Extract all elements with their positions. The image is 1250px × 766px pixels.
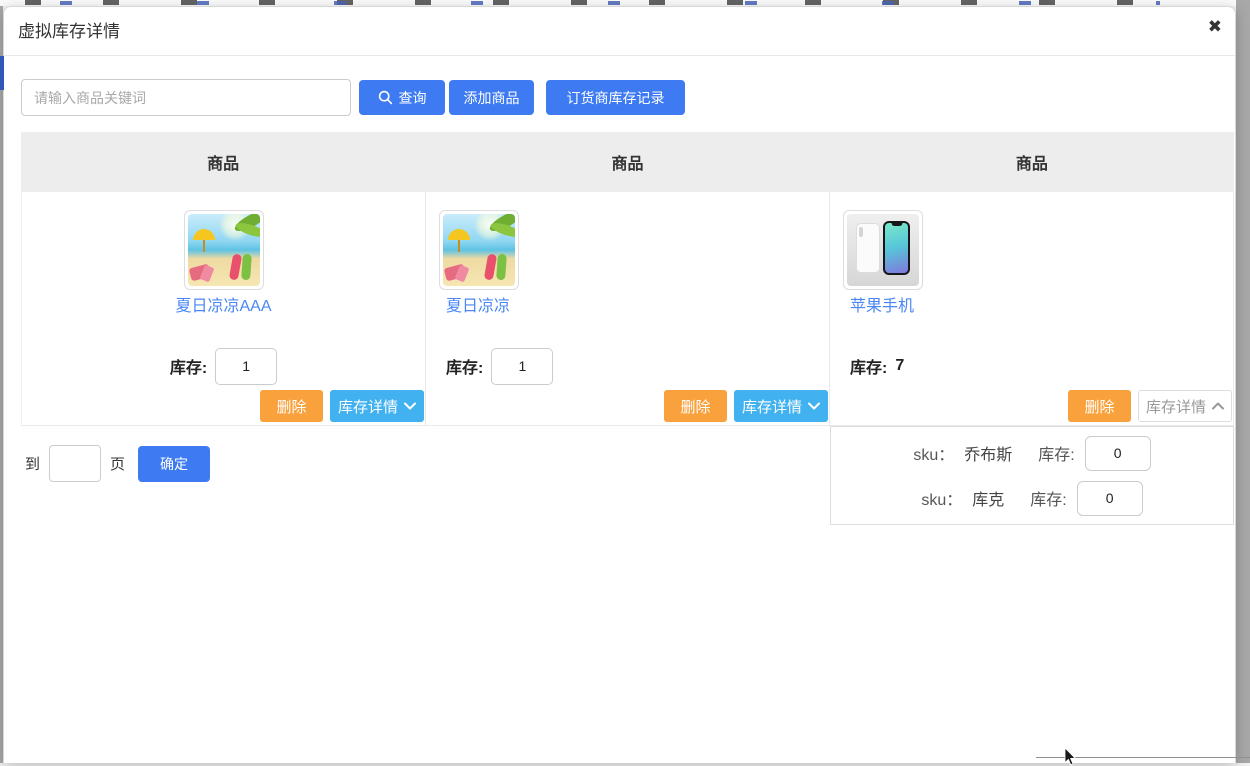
sku-name: 乔布斯 bbox=[964, 441, 1012, 465]
sku-name: 库克 bbox=[972, 486, 1004, 510]
goto-page-prefix: 到 bbox=[25, 453, 40, 474]
sku-stock-label: 库存: bbox=[1030, 486, 1066, 510]
modal-title: 虚拟库存详情 bbox=[18, 7, 120, 56]
sku-row: sku： 库克 库存: bbox=[921, 481, 1142, 516]
background-left-accent bbox=[0, 56, 4, 90]
delete-button[interactable]: 删除 bbox=[664, 390, 727, 422]
product-name-link[interactable]: 夏日凉凉AAA bbox=[22, 292, 425, 316]
background-text-fragments bbox=[60, 1, 1160, 5]
beach-product-thumbnail bbox=[188, 214, 260, 286]
confirm-button[interactable]: 确定 bbox=[138, 446, 210, 482]
table-row: 夏日凉凉AAA 库存: 删除 库存详情 bbox=[21, 192, 1234, 426]
delete-button[interactable]: 删除 bbox=[1068, 390, 1131, 422]
card-actions: 删除 库存详情 bbox=[260, 390, 424, 422]
sku-stock-input[interactable] bbox=[1085, 436, 1151, 471]
mouse-cursor bbox=[1064, 748, 1077, 766]
stock-row: 库存: bbox=[446, 347, 553, 385]
stock-row: 库存: 7 bbox=[850, 347, 904, 385]
page-number-input[interactable] bbox=[49, 445, 101, 482]
add-product-button[interactable]: 添加商品 bbox=[449, 80, 534, 115]
supplier-stock-record-button[interactable]: 订货商库存记录 bbox=[546, 80, 685, 115]
product-name-link[interactable]: 夏日凉凉 bbox=[446, 292, 510, 316]
chevron-down-icon bbox=[404, 402, 416, 410]
product-cell-3: 苹果手机 库存: 7 删除 库存详情 bbox=[830, 192, 1233, 425]
stock-detail-label: 库存详情 bbox=[1146, 396, 1206, 417]
close-icon[interactable]: ✖ bbox=[1208, 18, 1222, 35]
product-image[interactable] bbox=[184, 210, 264, 290]
stock-label: 库存: bbox=[170, 354, 207, 378]
sku-stock-input[interactable] bbox=[1077, 481, 1143, 516]
stock-input[interactable] bbox=[215, 348, 277, 385]
query-button[interactable]: 查询 bbox=[359, 80, 445, 115]
stock-detail-label: 库存详情 bbox=[742, 396, 802, 417]
background-right-edge bbox=[1236, 0, 1250, 763]
stock-detail-panel: sku： 乔布斯 库存: sku： 库克 库存: bbox=[830, 426, 1234, 525]
goto-page-suffix: 页 bbox=[110, 453, 125, 474]
stock-value: 7 bbox=[895, 357, 904, 375]
search-icon bbox=[378, 90, 393, 105]
sku-stock-label: 库存: bbox=[1038, 441, 1074, 465]
product-cell-1: 夏日凉凉AAA 库存: 删除 库存详情 bbox=[22, 192, 426, 425]
stock-detail-button[interactable]: 库存详情 bbox=[734, 390, 828, 422]
sku-row: sku： 乔布斯 库存: bbox=[913, 436, 1150, 471]
stock-detail-button[interactable]: 库存详情 bbox=[330, 390, 424, 422]
delete-button[interactable]: 删除 bbox=[260, 390, 323, 422]
card-actions: 删除 库存详情 bbox=[1068, 390, 1232, 422]
product-name-link[interactable]: 苹果手机 bbox=[850, 292, 914, 316]
sku-label: sku： bbox=[921, 486, 962, 510]
chevron-down-icon bbox=[808, 402, 820, 410]
stock-row: 库存: bbox=[22, 347, 425, 385]
page-background: 虚拟库存详情 ✖ 查询 添加商品 订货商库存记录 商品 商品 商品 bbox=[0, 0, 1250, 763]
search-input[interactable] bbox=[21, 79, 351, 116]
chevron-up-icon bbox=[1212, 402, 1224, 410]
card-actions: 删除 库存详情 bbox=[664, 390, 828, 422]
column-header-product-3: 商品 bbox=[830, 132, 1234, 192]
product-cell-2: 夏日凉凉 库存: 删除 库存详情 bbox=[426, 192, 830, 425]
supplier-stock-record-label: 订货商库存记录 bbox=[567, 88, 665, 108]
virtual-stock-modal: 虚拟库存详情 ✖ 查询 添加商品 订货商库存记录 商品 商品 商品 bbox=[3, 6, 1236, 763]
beach-product-thumbnail bbox=[443, 214, 515, 286]
product-image[interactable] bbox=[439, 210, 519, 290]
stock-detail-button-expanded[interactable]: 库存详情 bbox=[1138, 390, 1232, 422]
stock-detail-label: 库存详情 bbox=[338, 396, 398, 417]
column-header-product-2: 商品 bbox=[425, 132, 829, 192]
table-header: 商品 商品 商品 bbox=[21, 132, 1234, 192]
product-image[interactable] bbox=[843, 210, 923, 290]
column-header-product-1: 商品 bbox=[21, 132, 425, 192]
add-product-label: 添加商品 bbox=[464, 88, 520, 108]
sku-label: sku： bbox=[913, 441, 954, 465]
phone-product-thumbnail bbox=[847, 214, 919, 286]
stock-label: 库存: bbox=[446, 354, 483, 378]
query-button-label: 查询 bbox=[399, 88, 427, 108]
pagination: 到 页 确定 bbox=[25, 445, 210, 482]
stock-input[interactable] bbox=[491, 348, 553, 385]
stock-label: 库存: bbox=[850, 354, 887, 378]
modal-header: 虚拟库存详情 ✖ bbox=[4, 7, 1235, 56]
